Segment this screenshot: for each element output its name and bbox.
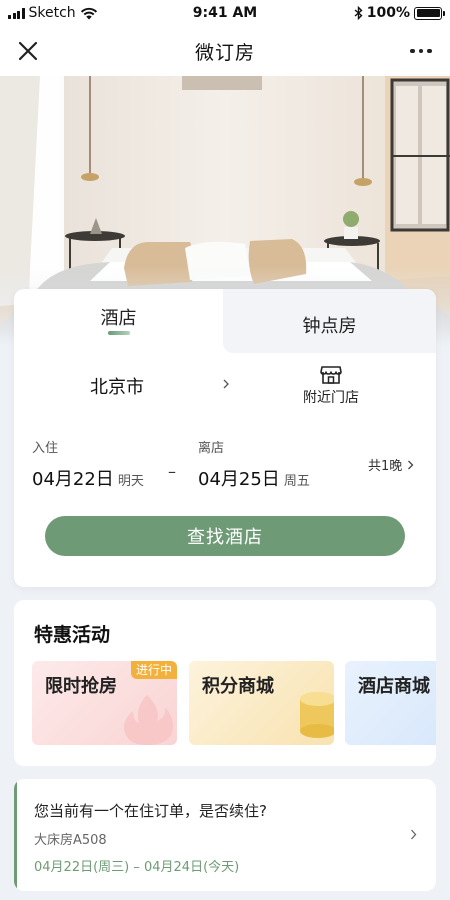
nights-count[interactable]: 共1晚 <box>368 455 415 474</box>
booking-card: 酒店 钟点房 北京市 附近门店 入住 04月22日 明天 – 离店 04月25日周… <box>14 289 436 587</box>
promo-card-title: 积分商城 <box>202 676 274 697</box>
chevron-right-icon <box>408 460 414 469</box>
checkin-date: 04月22日 <box>32 469 114 490</box>
booking-tabs: 酒店 钟点房 <box>14 289 436 353</box>
order-accent-bar <box>14 779 17 891</box>
order-dates: 04月22日(周三) – 04月24日(今天) <box>34 860 240 875</box>
tab-hotel[interactable]: 酒店 <box>14 289 223 353</box>
checkin-date-picker[interactable]: 入住 04月22日 明天 <box>32 437 144 491</box>
chevron-right-icon <box>223 379 229 389</box>
checkout-weekday: 周五 <box>283 474 310 489</box>
status-badge: 进行中 <box>130 661 177 679</box>
more-icon[interactable] <box>406 38 436 64</box>
battery-percent: 100% <box>366 5 410 21</box>
search-hotel-button[interactable]: 查找酒店 <box>45 516 405 556</box>
checkin-label: 入住 <box>32 441 59 456</box>
nearby-stores-label: 附近门店 <box>303 390 359 406</box>
promo-section: 特惠活动 限时抢房 进行中 积分商城 酒店商城 <box>14 600 436 766</box>
dates-row: 入住 04月22日 明天 – 离店 04月25日 周五 共1晚 <box>14 429 436 495</box>
battery-icon <box>414 6 445 20</box>
order-question: 您当前有一个在住订单，是否续住? <box>34 802 267 820</box>
tab-hourly-room[interactable]: 钟点房 <box>223 289 436 353</box>
bluetooth-icon <box>354 6 363 20</box>
close-icon[interactable] <box>16 39 40 63</box>
flame-icon <box>124 695 173 745</box>
chevron-right-icon <box>411 829 417 840</box>
promo-card-title: 限时抢房 <box>45 676 117 697</box>
page-title: 微订房 <box>194 41 255 64</box>
city-selector[interactable]: 北京市 <box>90 373 144 399</box>
status-right: 100% <box>354 5 445 21</box>
promo-card-flash-sale[interactable]: 限时抢房 进行中 <box>32 661 177 745</box>
promo-card-points-mall[interactable]: 积分商城 <box>189 661 334 745</box>
active-order-card[interactable]: 您当前有一个在住订单，是否续住? 大床房A508 04月22日(周三) – 04… <box>14 779 436 891</box>
nights-label: 共1晚 <box>368 459 403 474</box>
checkout-date: 04月25日 <box>198 469 280 490</box>
promo-card-title: 酒店商城 <box>358 676 430 697</box>
nearby-stores-button[interactable]: 附近门店 <box>296 365 366 407</box>
checkout-date-picker[interactable]: 离店 04月25日 周五 <box>198 437 310 491</box>
checkout-label: 离店 <box>198 441 225 456</box>
status-bar: Sketch 9:41 AM 100% <box>0 0 450 26</box>
coins-icon <box>300 692 334 738</box>
city-row: 北京市 附近门店 <box>14 355 436 417</box>
promo-cards: 限时抢房 进行中 积分商城 酒店商城 <box>32 661 436 745</box>
promo-title: 特惠活动 <box>34 624 111 646</box>
checkin-weekday: 明天 <box>117 474 144 489</box>
store-icon <box>320 366 342 384</box>
order-room: 大床房A508 <box>34 833 107 848</box>
nav-bar: 微订房 <box>0 26 450 76</box>
tab-active-indicator <box>108 331 130 335</box>
date-separator: – <box>168 462 176 481</box>
promo-card-hotel-mall[interactable]: 酒店商城 <box>345 661 436 745</box>
